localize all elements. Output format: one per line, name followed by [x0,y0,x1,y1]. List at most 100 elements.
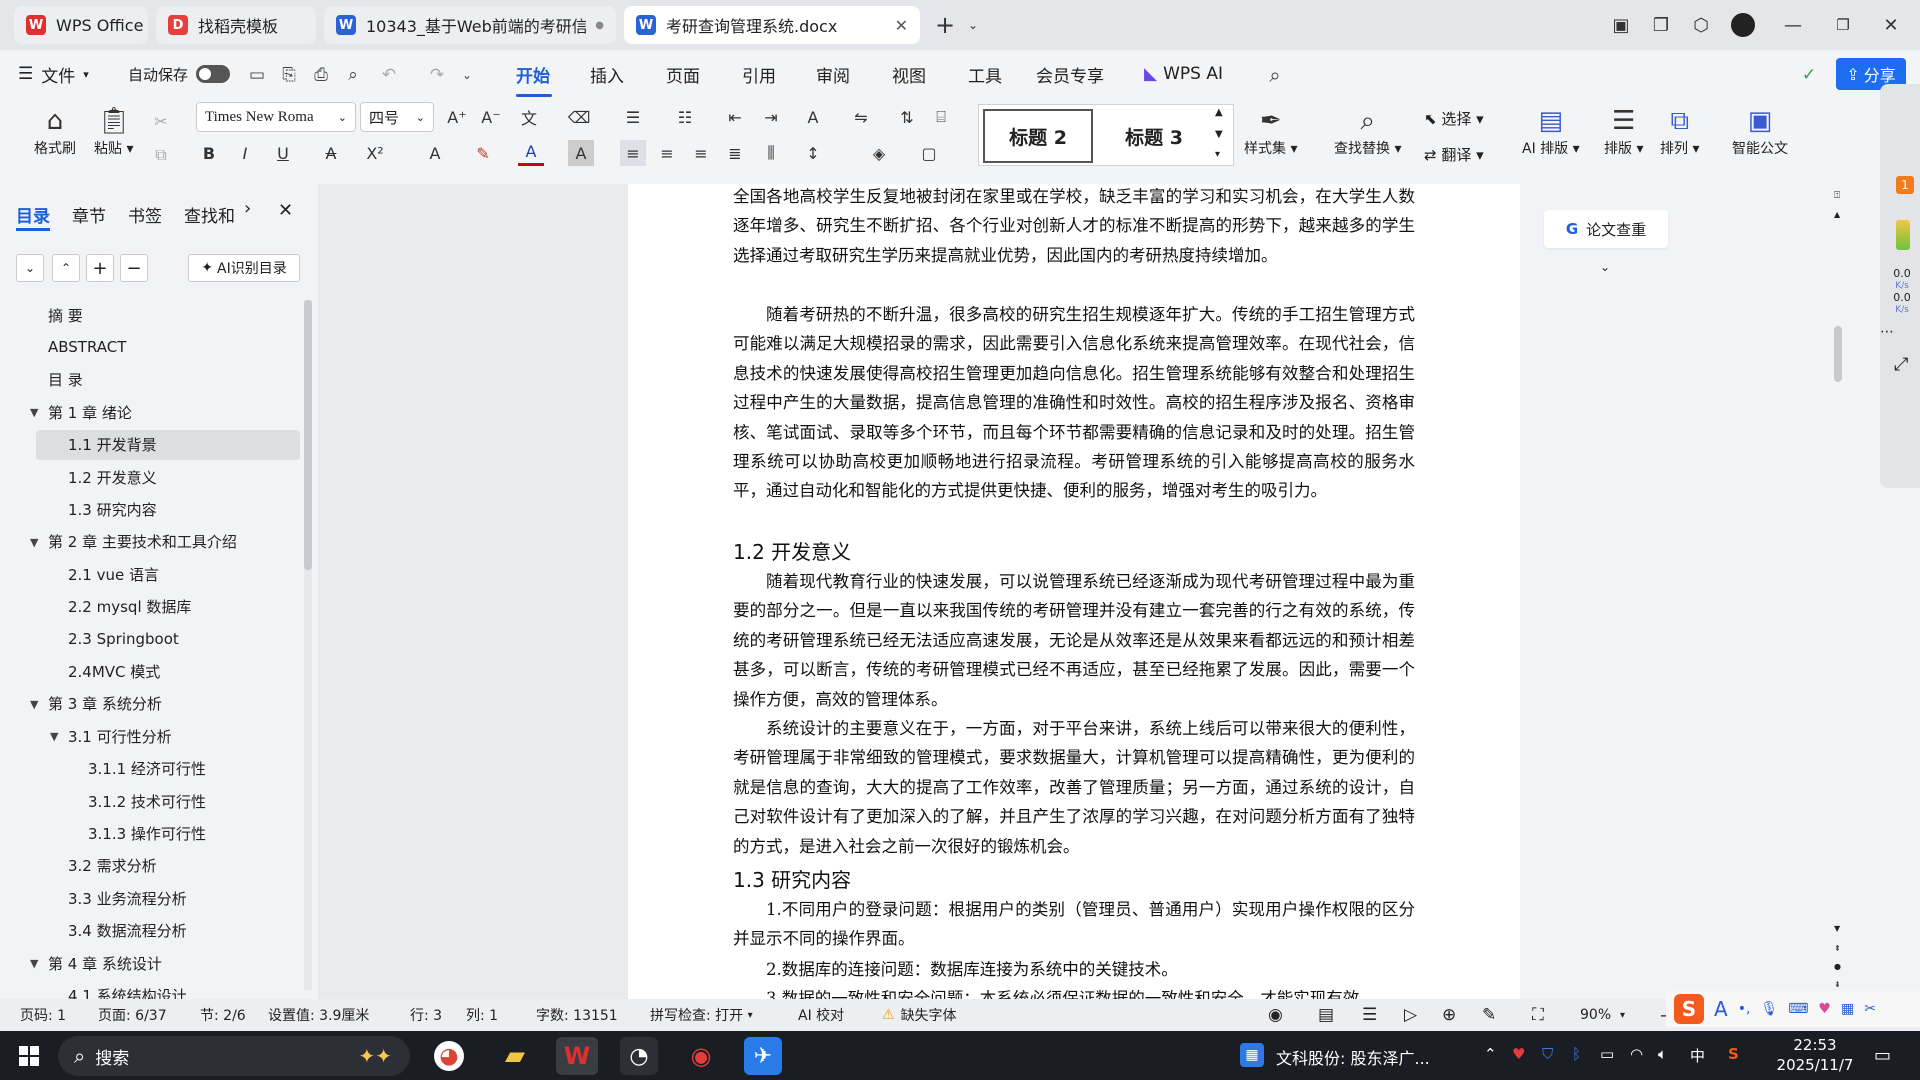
tray-bluetooth-icon[interactable]: ᛒ [1572,1045,1581,1063]
outline-item[interactable]: 3.1.1 经济可行性 [88,754,206,784]
scroll-down-icon[interactable]: ▼ [1834,924,1840,933]
menu-view[interactable]: 视图 [892,50,926,98]
close-tab-icon[interactable]: ✕ [895,16,908,35]
avatar[interactable] [1728,10,1758,40]
print-preview-icon[interactable]: ⌕ [340,62,366,88]
window-restore-icon[interactable]: ❐ [1646,10,1676,40]
keyboard-icon[interactable]: ⌨ [1788,1001,1808,1017]
close-pane-icon[interactable]: ✕ [278,200,293,221]
outline-item[interactable]: 2.3 Springboot [68,624,179,654]
status-page[interactable]: 页面: 6/37 [98,999,167,1031]
menu-page[interactable]: 页面 [666,50,700,98]
outline-item[interactable]: 3.2 需求分析 [68,851,157,881]
collapse-all-button[interactable]: ⌄ [16,254,44,282]
outline-item[interactable]: 摘 要 [48,300,83,330]
text-effect-icon[interactable]: A [422,140,448,166]
netease-music-icon[interactable]: ◉ [682,1037,720,1075]
taskbar-search-box[interactable]: ⌕ 搜索 ✦✦ [58,1036,410,1076]
grow-font-icon[interactable]: A⁺ [444,104,470,130]
chrome-icon[interactable]: ◕ [434,1041,464,1071]
expand-arrow-icon[interactable]: ▼ [30,406,38,419]
highlight-icon[interactable]: ✎ [470,140,496,166]
expand-arrow-icon[interactable]: ▼ [30,536,38,549]
outline-item[interactable]: 目 录 [48,365,83,395]
chevron-down-icon[interactable]: ⌄ [958,10,988,40]
style-set-button[interactable]: ✒ 样式集 ▾ [1244,104,1297,158]
show-marks-icon[interactable]: ⌸ [928,104,954,130]
copy-icon[interactable]: ⧉ [148,142,174,168]
font-color-icon[interactable]: A [518,140,544,166]
cube-icon[interactable]: ⬡ [1686,10,1716,40]
arrange-button[interactable]: ⧉ 排列 ▾ [1660,104,1699,158]
ime-mode-icon[interactable]: A [1714,997,1728,1021]
superscript-icon[interactable]: X² [362,140,388,166]
status-col[interactable]: 列: 1 [466,999,498,1031]
wps-ai-menu[interactable]: ◣ WPS AI [1144,50,1223,98]
outline-item[interactable]: ABSTRACT [48,332,126,362]
outline-item[interactable]: 第 3 章 系统分析 [48,689,162,719]
scroll-top-icon[interactable]: ⍐ [1834,190,1840,201]
status-setting[interactable]: 设置值: 3.9厘米 [268,999,369,1031]
ime-settings-icon[interactable]: ✂ [1864,1001,1876,1017]
tab-wps-office[interactable]: W WPS Office [14,6,148,44]
doc-paragraph-3[interactable]: 随着现代教育行业的快速发展，可以说管理系统已经逐渐成为现代考研管理过程中最为重要… [733,567,1415,714]
screenshot-icon[interactable]: ▣ [1606,10,1636,40]
expand-arrow-icon[interactable]: ▼ [30,957,38,970]
scroll-up-icon[interactable]: ▲ [1215,107,1223,118]
eraser-icon[interactable]: ⌫ [566,104,592,130]
wps-taskbar-icon[interactable]: W [556,1037,598,1075]
outline-item[interactable]: 1.1 开发背景 [68,430,157,460]
autosave-toggle[interactable] [196,65,230,83]
menu-insert[interactable]: 插入 [590,50,624,98]
qq-icon[interactable]: ◔ [620,1037,658,1075]
speaker-icon[interactable]: 🔈︎ [1658,1045,1667,1063]
style-heading-2[interactable]: 标题 2 [983,109,1093,163]
maximize-button[interactable]: ❐ [1828,10,1858,40]
expand-up-button[interactable]: ⌃ [52,254,80,282]
chevron-right-icon[interactable]: › [244,198,251,219]
numbered-list-icon[interactable]: ☷ [672,104,698,130]
outline-item[interactable]: 3.1.3 操作可行性 [88,818,206,848]
prev-page-icon[interactable]: ⇞ [1834,944,1841,953]
status-page-number[interactable]: 页码: 1 [20,999,66,1031]
file-menu[interactable]: ☰ 文件 ▾ [18,50,89,98]
bold-icon[interactable]: B [196,140,222,166]
browse-object-icon[interactable]: ● [1834,962,1841,971]
translate-button[interactable]: ⇄ 翻译 ▾ [1424,144,1484,165]
cut-icon[interactable]: ✂ [148,108,174,134]
outline-item[interactable]: 第 2 章 主要技术和工具介绍 [48,527,237,557]
menu-home[interactable]: 开始 [516,50,550,98]
tab-find[interactable]: 查找和 [184,202,235,227]
web-view-icon[interactable]: ⊕ [1442,999,1456,1031]
doc-paragraph-7[interactable]: 3.数据的一致性和安全问题：本系统必须保证数据的一致性和安全，才能实现有效 [733,984,1415,999]
ai-layout-button[interactable]: ▤ AI 排版 ▾ [1522,104,1580,158]
next-page-icon[interactable]: ⇟ [1834,980,1841,989]
export-icon[interactable]: ⎘ [276,62,302,88]
align-left-icon[interactable]: ≡ [620,140,646,166]
remove-heading-button[interactable]: − [120,254,148,282]
outline-item[interactable]: 2.4MVC 模式 [68,656,160,686]
scrollbar-thumb[interactable] [1834,326,1842,382]
font-name-select[interactable]: Times New Roma ⌄ [196,102,356,132]
expand-arrow-icon[interactable]: ▼ [50,730,58,743]
smart-doc-button[interactable]: ▣ 智能公文 [1732,104,1788,158]
play-icon[interactable]: ▷ [1404,999,1417,1031]
underline-icon[interactable]: U [270,140,296,166]
punctuation-icon[interactable]: •, [1738,1001,1751,1017]
font-size-select[interactable]: 四号 ⌄ [360,102,434,132]
tab-doc-10343[interactable]: W 10343_基于Web前端的考研信息 ● [324,6,616,44]
outline-item[interactable]: 3.1.2 技术可行性 [88,786,206,816]
italic-icon[interactable]: I [232,140,258,166]
minimize-button[interactable]: — [1778,10,1808,40]
tab-toc[interactable]: 目录 [16,202,50,227]
select-button[interactable]: ⬉ 选择 ▾ [1424,108,1484,129]
notification-center-icon[interactable]: ▭ [1874,1045,1891,1066]
tab-active-doc[interactable]: W 考研查询管理系统.docx ✕ [624,6,920,44]
page-view-icon[interactable]: ▤ [1318,999,1334,1031]
bullet-list-icon[interactable]: ☰ [620,104,646,130]
outline-item[interactable]: 3.3 业务流程分析 [68,883,187,913]
asian-layout-icon[interactable]: ⇋ [848,104,874,130]
file-explorer-icon[interactable]: ▰ [496,1037,534,1075]
strikethrough-icon[interactable]: A [318,140,344,166]
news-ticker[interactable]: 文科股份: 股东泽广... [1276,1045,1430,1069]
